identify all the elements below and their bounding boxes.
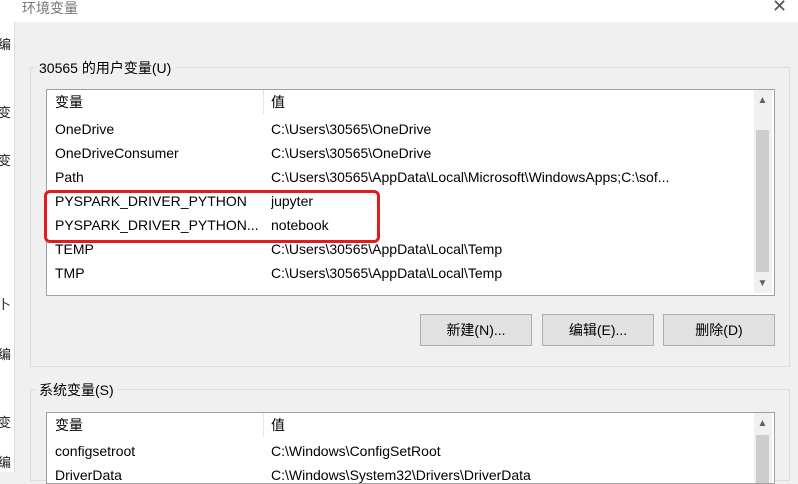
edit-button[interactable]: 编辑(E)... bbox=[542, 314, 654, 346]
user-variables-label: 30565 的用户变量(U) bbox=[35, 58, 176, 78]
vertical-scrollbar[interactable]: ▲ bbox=[754, 413, 772, 483]
variable-name: Path bbox=[55, 169, 84, 185]
list-header: 变量 值 bbox=[47, 413, 774, 437]
close-icon[interactable]: ✕ bbox=[772, 0, 787, 17]
variable-name: TMP bbox=[55, 265, 85, 281]
column-header-variable[interactable]: 变量 bbox=[55, 413, 83, 437]
vertical-scrollbar[interactable]: ▲ ▼ bbox=[754, 90, 772, 293]
delete-button[interactable]: 删除(D) bbox=[663, 314, 775, 346]
variable-value: C:\Windows\ConfigSetRoot bbox=[271, 443, 441, 459]
background-window-text: 变 bbox=[0, 415, 12, 430]
list-header: 变量 值 bbox=[47, 90, 774, 114]
highlight-annotation bbox=[44, 190, 380, 243]
variable-name: DriverData bbox=[55, 467, 122, 483]
variable-value: C:\Windows\System32\Drivers\DriverData bbox=[271, 467, 531, 483]
variable-name: OneDrive bbox=[55, 121, 115, 137]
scrollbar-thumb[interactable] bbox=[756, 435, 769, 483]
variable-name: OneDriveConsumer bbox=[55, 145, 179, 161]
background-window-text: 卜 bbox=[0, 297, 12, 312]
column-header-value[interactable]: 值 bbox=[271, 413, 285, 437]
variable-value: C:\Users\30565\AppData\Local\Microsoft\W… bbox=[271, 169, 670, 185]
background-window-strip: 编 变 变 卜 编 变 编 bbox=[0, 22, 15, 472]
window-title: 环境变量 bbox=[22, 0, 78, 16]
system-variables-label: 系统变量(S) bbox=[35, 380, 118, 400]
new-button[interactable]: 新建(N)... bbox=[420, 314, 532, 346]
system-variables-list[interactable]: 变量 值 configsetroot C:\Windows\ConfigSetR… bbox=[46, 412, 775, 484]
column-divider[interactable] bbox=[263, 90, 264, 114]
column-header-value[interactable]: 值 bbox=[271, 90, 285, 114]
scroll-up-icon[interactable]: ▲ bbox=[754, 92, 771, 109]
background-window-text: 变 bbox=[0, 153, 12, 168]
column-divider[interactable] bbox=[263, 413, 264, 437]
variable-value: C:\Users\30565\OneDrive bbox=[271, 145, 432, 161]
background-window-text: 变 bbox=[0, 105, 12, 120]
background-window-text: 编 bbox=[0, 455, 12, 470]
column-header-variable[interactable]: 变量 bbox=[55, 90, 83, 114]
variable-value: C:\Users\30565\OneDrive bbox=[271, 121, 432, 137]
scroll-up-icon[interactable]: ▲ bbox=[754, 415, 771, 432]
scroll-down-icon[interactable]: ▼ bbox=[754, 275, 771, 292]
background-window-text: 编 bbox=[0, 347, 12, 362]
variable-value: C:\Users\30565\AppData\Local\Temp bbox=[271, 265, 503, 281]
title-bar bbox=[0, 0, 798, 22]
scrollbar-thumb[interactable] bbox=[756, 130, 769, 272]
background-window-text: 编 bbox=[0, 37, 12, 52]
variable-name: configsetroot bbox=[55, 443, 136, 459]
